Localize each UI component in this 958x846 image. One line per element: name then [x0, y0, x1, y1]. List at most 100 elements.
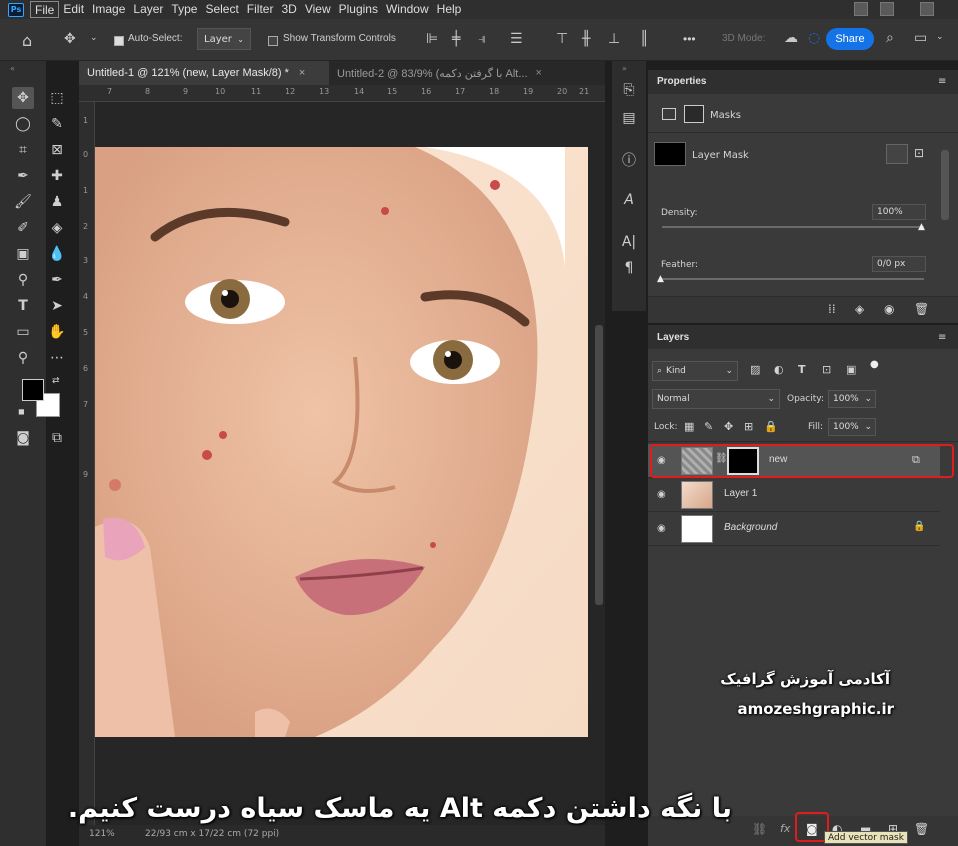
- layer-row-layer-1[interactable]: ◉ Layer 1: [648, 478, 940, 512]
- move-tool-icon[interactable]: ✥: [12, 87, 34, 109]
- menu-image[interactable]: Image: [88, 1, 129, 18]
- cloud-icon[interactable]: ◌: [808, 30, 820, 46]
- menu-select[interactable]: Select: [201, 1, 242, 18]
- comments-panel-icon[interactable]: ▤: [618, 107, 640, 129]
- density-input[interactable]: 100%: [872, 204, 926, 220]
- menu-view[interactable]: View: [301, 1, 335, 18]
- feather-input[interactable]: 0/0 px: [872, 256, 926, 272]
- menu-window[interactable]: Window: [382, 1, 433, 18]
- history-brush-icon[interactable]: ✐: [12, 217, 34, 239]
- menu-type[interactable]: Type: [167, 1, 201, 18]
- eyedropper-icon[interactable]: ✒: [12, 165, 34, 187]
- density-slider[interactable]: [662, 226, 924, 228]
- menu-layer[interactable]: Layer: [129, 1, 167, 18]
- share-button[interactable]: Share: [826, 28, 874, 50]
- filter-kind-dropdown[interactable]: ⌕ Kind ⌄: [652, 361, 738, 381]
- panel-menu-icon[interactable]: ≡: [938, 76, 946, 87]
- filter-toggle-icon[interactable]: ●: [870, 359, 879, 370]
- feather-slider-handle[interactable]: ▲: [657, 274, 664, 284]
- filter-shape-icon[interactable]: ⊡: [822, 363, 831, 376]
- density-slider-handle[interactable]: ▲: [918, 222, 925, 232]
- lock-position-icon[interactable]: ✥: [724, 420, 733, 433]
- move-tool-icon[interactable]: ✥: [64, 31, 76, 47]
- layer-name[interactable]: Layer 1: [724, 488, 757, 499]
- autoselect-dropdown[interactable]: Layer ⌄: [197, 28, 251, 50]
- select-pixel-mask-icon[interactable]: [886, 144, 908, 164]
- pen-tool-icon[interactable]: ✒: [46, 269, 68, 291]
- path-select-icon[interactable]: ➤: [46, 295, 68, 317]
- delete-mask-icon[interactable]: 🗑: [914, 302, 929, 316]
- menu-help[interactable]: Help: [433, 1, 466, 18]
- align-center-icon[interactable]: ╪: [452, 31, 460, 47]
- menu-edit[interactable]: Edit: [59, 1, 88, 18]
- chevron-down-icon[interactable]: ⌄: [90, 33, 98, 43]
- paragraph-panel-icon[interactable]: ¶: [618, 257, 640, 279]
- pixel-mask-icon[interactable]: [662, 108, 676, 120]
- lock-artboard-icon[interactable]: ⊞: [744, 420, 753, 433]
- zoom-tool-icon[interactable]: ⚲: [12, 347, 34, 369]
- filter-smart-object-icon[interactable]: ▣: [846, 363, 856, 376]
- lasso-tool-icon[interactable]: ◯: [12, 113, 34, 135]
- close-tab-icon[interactable]: ×: [536, 67, 542, 79]
- 3d-rotate-icon[interactable]: ☁: [784, 30, 798, 46]
- foreground-color-swatch[interactable]: [22, 379, 44, 401]
- expand-icon[interactable]: »: [622, 64, 627, 73]
- layer-mask-icon[interactable]: [684, 105, 704, 123]
- filter-type-icon[interactable]: T: [798, 363, 806, 376]
- tab-untitled-1[interactable]: Untitled-1 @ 121% (new, Layer Mask/8) * …: [79, 61, 329, 85]
- crop-tool-icon[interactable]: ⌗: [12, 139, 34, 161]
- align-bottom-icon[interactable]: ⊥: [608, 31, 620, 47]
- fill-input[interactable]: 100% ⌄: [828, 418, 876, 436]
- distribute-icon[interactable]: ☰: [510, 31, 523, 47]
- layer-row-background[interactable]: ◉ Background 🔒: [648, 512, 940, 546]
- minimize-button[interactable]: [854, 2, 868, 16]
- screen-mode-icon[interactable]: ⧉: [46, 427, 68, 449]
- blur-tool-icon[interactable]: 💧: [46, 243, 68, 265]
- layer-name[interactable]: Background: [724, 522, 777, 533]
- autoselect-checkbox[interactable]: [114, 34, 124, 47]
- mask-visibility-icon[interactable]: ◉: [884, 302, 894, 316]
- filter-pixel-icon[interactable]: ▨: [750, 363, 760, 376]
- properties-scrollbar[interactable]: [941, 150, 949, 220]
- filter-adjustment-icon[interactable]: ◐: [774, 363, 784, 376]
- default-colors-icon[interactable]: ◼: [18, 407, 25, 416]
- add-vector-mask-icon[interactable]: ⊡: [914, 146, 924, 160]
- more-tools-icon[interactable]: ⋯: [46, 347, 68, 369]
- panel-menu-icon[interactable]: ≡: [938, 332, 946, 343]
- feather-slider[interactable]: [662, 278, 924, 280]
- distribute-vertical-icon[interactable]: ║: [640, 31, 648, 47]
- vertical-scrollbar[interactable]: [595, 325, 603, 605]
- close-window-button[interactable]: [920, 2, 934, 16]
- history-panel-icon[interactable]: ⎘: [618, 79, 640, 101]
- opacity-input[interactable]: 100% ⌄: [828, 390, 876, 408]
- search-icon[interactable]: ⌕: [886, 30, 894, 46]
- align-top-icon[interactable]: ⊤: [556, 31, 568, 47]
- quick-select-icon[interactable]: ✎: [46, 113, 68, 135]
- lock-pixels-icon[interactable]: ✎: [704, 420, 713, 433]
- menu-3d[interactable]: 3D: [277, 1, 300, 18]
- home-icon[interactable]: ⌂: [22, 31, 32, 50]
- marquee-tool-icon[interactable]: ⬚: [46, 87, 68, 109]
- gradient-tool-icon[interactable]: ▣: [12, 243, 34, 265]
- dodge-tool-icon[interactable]: ⚲: [12, 269, 34, 291]
- rectangle-tool-icon[interactable]: ▭: [12, 321, 34, 343]
- align-middle-icon[interactable]: ╫: [582, 31, 590, 47]
- collapse-icon[interactable]: «: [10, 64, 15, 73]
- close-tab-icon[interactable]: ×: [299, 67, 305, 79]
- apply-mask-icon[interactable]: ◈: [855, 302, 864, 316]
- menu-plugins[interactable]: Plugins: [335, 1, 382, 18]
- maximize-button[interactable]: [880, 2, 894, 16]
- quick-mask-icon[interactable]: ◙: [12, 427, 34, 449]
- menu-file[interactable]: File: [30, 1, 60, 18]
- menu-filter[interactable]: Filter: [243, 1, 278, 18]
- tab-untitled-2[interactable]: Untitled-2 @ 83/9% (با گرفتن دکمه Alt...…: [329, 61, 569, 85]
- brush-tool-icon[interactable]: 🖌: [12, 191, 34, 213]
- workspace-chevron-icon[interactable]: ⌄: [936, 32, 944, 42]
- visibility-eye-icon[interactable]: ◉: [657, 523, 666, 534]
- type-tool-icon[interactable]: T: [12, 295, 34, 317]
- fx-icon[interactable]: fx: [780, 822, 790, 835]
- hand-tool-icon[interactable]: ✋: [46, 321, 68, 343]
- frame-tool-icon[interactable]: ⊠: [46, 139, 68, 161]
- link-layers-icon[interactable]: ⛓: [752, 822, 767, 836]
- delete-layer-icon[interactable]: 🗑: [914, 822, 929, 836]
